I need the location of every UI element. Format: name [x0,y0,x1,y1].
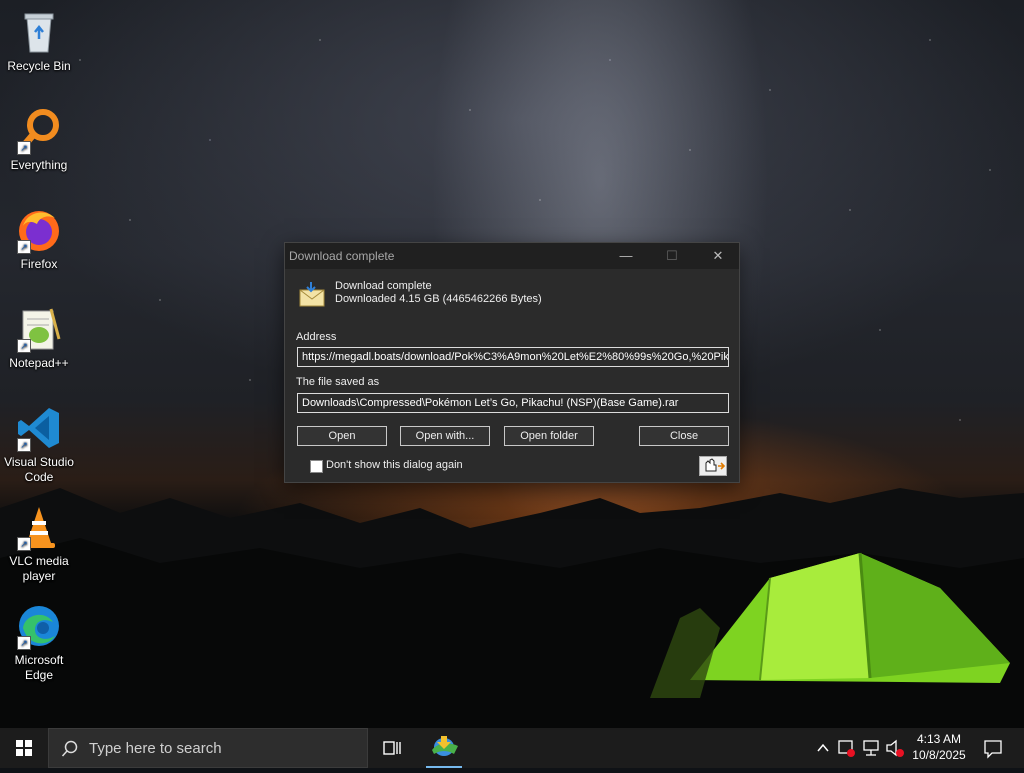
notification-icon [984,740,1002,759]
security-alert-icon [838,740,855,757]
desktop-icon-everything[interactable]: ↗ Everything [2,101,76,173]
dialog-heading: Download complete [335,280,432,292]
desktop-icon-vlc[interactable]: ↗ VLC media player [2,497,76,584]
mountain-landscape [0,488,1024,728]
vscode-icon: ↗ [15,404,63,452]
desktop-icon-notepad-plus-plus[interactable]: ↗ Notepad++ [2,299,76,371]
open-with-button[interactable]: Open with... [400,426,490,446]
download-complete-envelope-icon [299,282,325,307]
show-hidden-icons-button[interactable] [814,728,832,768]
shortcut-arrow-icon: ↗ [17,636,31,650]
download-complete-dialog: Download complete — ☐ ✕ Download complet… [284,242,740,483]
minimize-button[interactable]: — [603,243,649,269]
action-center-button[interactable] [978,728,1008,768]
chevron-up-icon [817,743,829,752]
search-icon [61,740,78,757]
internet-download-manager-icon [432,736,458,756]
start-button[interactable] [0,728,48,768]
desktop-icon-label: Visual Studio Code [4,455,74,484]
saved-path-field[interactable]: Downloads\Compressed\Pokémon Let’s Go, P… [297,393,729,413]
task-view-button[interactable] [376,728,408,768]
shortcut-arrow-icon: ↗ [17,240,31,254]
notepad-plus-plus-icon: ↗ [15,305,63,353]
tray-security-icon-button[interactable] [836,728,858,768]
close-button[interactable]: Close [639,426,729,446]
taskbar: Type here to search 4:13 AM 10/8/2025 [0,728,1024,768]
idm-hand-icon[interactable] [699,456,727,476]
desktop-icon-firefox[interactable]: ↗ Firefox [2,200,76,272]
network-icon [863,740,879,756]
close-window-button[interactable]: ✕ [695,243,741,269]
download-summary: Download complete Downloaded 4.15 GB (44… [335,280,542,306]
desktop-icon-label: Recycle Bin [7,59,71,73]
task-view-icon [383,741,401,755]
volume-muted-icon [886,739,904,757]
dont-show-again-checkbox[interactable] [310,460,323,473]
clock-date: 10/8/2025 [912,748,966,762]
taskbar-clock[interactable]: 4:13 AM 10/8/2025 [906,731,972,763]
address-label: Address [296,331,337,343]
edge-icon: ↗ [15,602,63,650]
dialog-titlebar[interactable]: Download complete — ☐ ✕ [285,243,739,269]
recycle-bin-icon [15,8,63,56]
desktop-icon-edge[interactable]: ↗ Microsoft Edge [2,596,76,683]
downloaded-size-text: Downloaded 4.15 GB (4465462266 Bytes) [335,293,542,305]
open-button[interactable]: Open [297,426,387,446]
maximize-icon: ☐ [666,248,678,263]
address-field[interactable]: https://megadl.boats/download/Pok%C3%A9m… [297,347,729,367]
tray-network-button[interactable] [860,728,884,768]
shortcut-arrow-icon: ↗ [17,339,31,353]
desktop-icon-recycle-bin[interactable]: Recycle Bin [2,2,76,74]
clock-time: 4:13 AM [916,732,962,746]
open-folder-button[interactable]: Open folder [504,426,594,446]
taskbar-search-box[interactable]: Type here to search [48,728,368,768]
shortcut-arrow-icon: ↗ [17,141,31,155]
shortcut-arrow-icon: ↗ [17,537,31,551]
minimize-icon: — [619,248,633,263]
dont-show-again-label[interactable]: Don't show this dialog again [326,459,463,471]
firefox-icon: ↗ [15,206,63,254]
windows-logo-icon [16,740,32,756]
everything-search-icon: ↗ [15,107,63,155]
tray-volume-button[interactable] [884,728,906,768]
saved-as-label: The file saved as [296,376,380,388]
shortcut-arrow-icon: ↗ [17,438,31,452]
taskbar-app-idm[interactable] [424,728,464,768]
desktop-icon-vscode[interactable]: ↗ Visual Studio Code [2,398,76,485]
search-placeholder: Type here to search [89,740,222,757]
desktop-icon-label: VLC media player [9,554,69,583]
close-icon: ✕ [712,248,724,263]
dialog-title: Download complete [289,249,395,263]
desktop-icon-label: Notepad++ [9,356,69,370]
vlc-icon: ↗ [15,503,63,551]
maximize-button[interactable]: ☐ [649,243,695,269]
desktop-icon-label: Microsoft Edge [14,653,64,682]
desktop-icon-label: Everything [10,158,68,172]
desktop-icon-label: Firefox [20,257,58,271]
